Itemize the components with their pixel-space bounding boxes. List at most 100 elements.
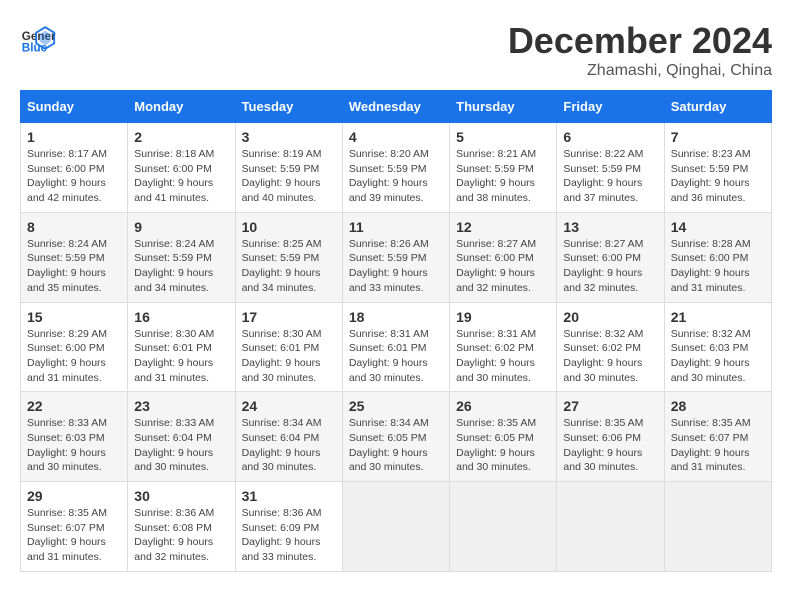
day-number: 29 [27,488,121,504]
calendar-week-row: 8Sunrise: 8:24 AM Sunset: 5:59 PM Daylig… [21,212,772,302]
day-number: 22 [27,398,121,414]
day-number: 13 [563,219,657,235]
day-info: Sunrise: 8:33 AM Sunset: 6:03 PM Dayligh… [27,416,121,475]
calendar-cell: 26Sunrise: 8:35 AM Sunset: 6:05 PM Dayli… [450,392,557,482]
day-number: 1 [27,129,121,145]
calendar-cell: 6 Sunrise: 8:22 AM Sunset: 5:59 PM Daylig… [557,123,664,213]
day-number: 31 [242,488,336,504]
calendar-cell: 12Sunrise: 8:27 AM Sunset: 6:00 PM Dayli… [450,212,557,302]
calendar-cell: 25Sunrise: 8:34 AM Sunset: 6:05 PM Dayli… [342,392,449,482]
calendar-cell: 2 Sunrise: 8:18 AM Sunset: 6:00 PM Daylig… [128,123,235,213]
day-info: Sunrise: 8:24 AM Sunset: 5:59 PM Dayligh… [27,237,121,296]
day-info: Sunrise: 8:32 AM Sunset: 6:03 PM Dayligh… [671,327,765,386]
calendar-cell: 23Sunrise: 8:33 AM Sunset: 6:04 PM Dayli… [128,392,235,482]
calendar-table: SundayMondayTuesdayWednesdayThursdayFrid… [20,90,772,572]
calendar-cell [450,482,557,572]
day-info: Sunrise: 8:25 AM Sunset: 5:59 PM Dayligh… [242,237,336,296]
weekday-header: Friday [557,91,664,123]
day-number: 15 [27,309,121,325]
day-number: 16 [134,309,228,325]
day-info: Sunrise: 8:34 AM Sunset: 6:04 PM Dayligh… [242,416,336,475]
day-number: 12 [456,219,550,235]
day-info: Sunrise: 8:21 AM Sunset: 5:59 PM Dayligh… [456,147,550,206]
weekday-header-row: SundayMondayTuesdayWednesdayThursdayFrid… [21,91,772,123]
day-info: Sunrise: 8:29 AM Sunset: 6:00 PM Dayligh… [27,327,121,386]
weekday-header: Sunday [21,91,128,123]
month-title: December 2024 [508,20,772,62]
day-number: 3 [242,129,336,145]
day-number: 17 [242,309,336,325]
day-info: Sunrise: 8:22 AM Sunset: 5:59 PM Dayligh… [563,147,657,206]
day-info: Sunrise: 8:30 AM Sunset: 6:01 PM Dayligh… [134,327,228,386]
weekday-header: Tuesday [235,91,342,123]
calendar-cell: 7 Sunrise: 8:23 AM Sunset: 5:59 PM Daylig… [664,123,771,213]
page-header: General Blue December 2024 Zhamashi, Qin… [20,20,772,80]
day-info: Sunrise: 8:19 AM Sunset: 5:59 PM Dayligh… [242,147,336,206]
day-info: Sunrise: 8:30 AM Sunset: 6:01 PM Dayligh… [242,327,336,386]
weekday-header: Monday [128,91,235,123]
day-number: 5 [456,129,550,145]
day-number: 2 [134,129,228,145]
calendar-cell: 28Sunrise: 8:35 AM Sunset: 6:07 PM Dayli… [664,392,771,482]
calendar-cell: 8Sunrise: 8:24 AM Sunset: 5:59 PM Daylig… [21,212,128,302]
title-block: December 2024 Zhamashi, Qinghai, China [508,20,772,80]
day-number: 4 [349,129,443,145]
day-info: Sunrise: 8:36 AM Sunset: 6:09 PM Dayligh… [242,506,336,565]
calendar-cell: 3 Sunrise: 8:19 AM Sunset: 5:59 PM Daylig… [235,123,342,213]
calendar-cell: 29Sunrise: 8:35 AM Sunset: 6:07 PM Dayli… [21,482,128,572]
calendar-week-row: 15 Sunrise: 8:29 AM Sunset: 6:00 PM Dayli… [21,302,772,392]
day-info: Sunrise: 8:24 AM Sunset: 5:59 PM Dayligh… [134,237,228,296]
day-number: 9 [134,219,228,235]
calendar-cell: 30Sunrise: 8:36 AM Sunset: 6:08 PM Dayli… [128,482,235,572]
calendar-cell [664,482,771,572]
logo-icon: General Blue [20,20,56,56]
calendar-cell [557,482,664,572]
calendar-cell: 1Sunrise: 8:17 AM Sunset: 6:00 PM Daylig… [21,123,128,213]
location-title: Zhamashi, Qinghai, China [508,62,772,80]
calendar-cell: 4 Sunrise: 8:20 AM Sunset: 5:59 PM Daylig… [342,123,449,213]
calendar-cell: 27 Sunrise: 8:35 AM Sunset: 6:06 PM Dayli… [557,392,664,482]
day-info: Sunrise: 8:26 AM Sunset: 5:59 PM Dayligh… [349,237,443,296]
day-number: 7 [671,129,765,145]
logo: General Blue [20,20,56,56]
calendar-week-row: 1Sunrise: 8:17 AM Sunset: 6:00 PM Daylig… [21,123,772,213]
calendar-cell: 20Sunrise: 8:32 AM Sunset: 6:02 PM Dayli… [557,302,664,392]
day-number: 11 [349,219,443,235]
day-info: Sunrise: 8:28 AM Sunset: 6:00 PM Dayligh… [671,237,765,296]
day-info: Sunrise: 8:31 AM Sunset: 6:02 PM Dayligh… [456,327,550,386]
calendar-cell: 31 Sunrise: 8:36 AM Sunset: 6:09 PM Dayli… [235,482,342,572]
day-number: 21 [671,309,765,325]
day-number: 19 [456,309,550,325]
day-number: 28 [671,398,765,414]
calendar-cell: 18 Sunrise: 8:31 AM Sunset: 6:01 PM Dayli… [342,302,449,392]
day-info: Sunrise: 8:35 AM Sunset: 6:05 PM Dayligh… [456,416,550,475]
calendar-cell: 21 Sunrise: 8:32 AM Sunset: 6:03 PM Dayli… [664,302,771,392]
calendar-cell: 13Sunrise: 8:27 AM Sunset: 6:00 PM Dayli… [557,212,664,302]
calendar-cell: 14Sunrise: 8:28 AM Sunset: 6:00 PM Dayli… [664,212,771,302]
day-number: 27 [563,398,657,414]
day-info: Sunrise: 8:23 AM Sunset: 5:59 PM Dayligh… [671,147,765,206]
calendar-cell: 22 Sunrise: 8:33 AM Sunset: 6:03 PM Dayli… [21,392,128,482]
day-number: 6 [563,129,657,145]
day-info: Sunrise: 8:20 AM Sunset: 5:59 PM Dayligh… [349,147,443,206]
weekday-header: Thursday [450,91,557,123]
day-number: 18 [349,309,443,325]
calendar-cell: 11 Sunrise: 8:26 AM Sunset: 5:59 PM Dayli… [342,212,449,302]
calendar-cell: 16 Sunrise: 8:30 AM Sunset: 6:01 PM Dayli… [128,302,235,392]
day-number: 30 [134,488,228,504]
day-info: Sunrise: 8:18 AM Sunset: 6:00 PM Dayligh… [134,147,228,206]
day-number: 10 [242,219,336,235]
day-info: Sunrise: 8:31 AM Sunset: 6:01 PM Dayligh… [349,327,443,386]
calendar-cell: 9 Sunrise: 8:24 AM Sunset: 5:59 PM Daylig… [128,212,235,302]
calendar-cell: 10 Sunrise: 8:25 AM Sunset: 5:59 PM Dayli… [235,212,342,302]
calendar-cell: 19 Sunrise: 8:31 AM Sunset: 6:02 PM Dayli… [450,302,557,392]
calendar-cell: 5 Sunrise: 8:21 AM Sunset: 5:59 PM Daylig… [450,123,557,213]
calendar-week-row: 22 Sunrise: 8:33 AM Sunset: 6:03 PM Dayli… [21,392,772,482]
day-number: 23 [134,398,228,414]
day-number: 24 [242,398,336,414]
day-info: Sunrise: 8:35 AM Sunset: 6:06 PM Dayligh… [563,416,657,475]
weekday-header: Saturday [664,91,771,123]
calendar-cell: 24 Sunrise: 8:34 AM Sunset: 6:04 PM Dayli… [235,392,342,482]
calendar-cell: 17 Sunrise: 8:30 AM Sunset: 6:01 PM Dayli… [235,302,342,392]
day-info: Sunrise: 8:32 AM Sunset: 6:02 PM Dayligh… [563,327,657,386]
